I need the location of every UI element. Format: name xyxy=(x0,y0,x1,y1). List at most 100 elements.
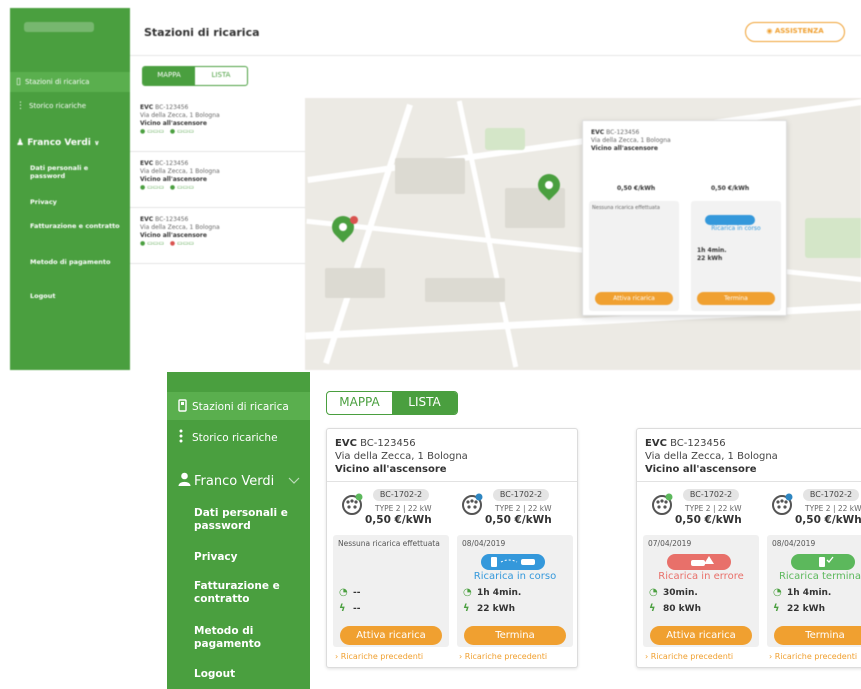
lightning-icon: ϟ xyxy=(649,603,656,614)
tab-list[interactable]: LISTA xyxy=(392,392,457,414)
chevron-down-icon: ∨ xyxy=(94,139,100,147)
map-station-popup: EVC BC-123456 Via della Zecca, 1 Bologna… xyxy=(582,120,787,316)
previous-charges-link[interactable]: › Ricariche precedenti xyxy=(645,652,733,661)
plug-type2-icon xyxy=(772,493,793,515)
lightning-icon: ϟ xyxy=(463,603,470,614)
sidebar-sub-payment-method[interactable]: Metodo di pagamento xyxy=(194,625,306,651)
charging-complete-icon xyxy=(791,554,855,570)
previous-charges-link[interactable]: › Ricariche precedenti xyxy=(335,652,423,661)
lightning-icon: ϟ xyxy=(339,603,346,614)
connector-type: TYPE 2 | 22 kW xyxy=(805,504,861,513)
top-sidebar-sub-personal[interactable]: Dati personali e password xyxy=(30,164,125,180)
duration-row: ◔ 30min. xyxy=(649,587,698,598)
history-icon xyxy=(178,429,192,446)
top-sidebar: ▯ Stazioni di ricarica ⋮ Storico ricariche… xyxy=(10,8,130,370)
station-header: EVC BC-123456 Via della Zecca, 1 Bologna… xyxy=(645,438,778,475)
charging-station-icon xyxy=(178,399,192,415)
plug-type2-icon xyxy=(342,493,363,515)
top-sidebar-item-history[interactable]: ⋮ Storico ricariche xyxy=(16,101,86,111)
station-header: EVC BC-123456 Via della Zecca, 1 Bologna… xyxy=(335,438,468,475)
support-icon: ◉ xyxy=(766,27,775,35)
charge-date: 08/04/2019 xyxy=(772,539,816,548)
charge-date: 08/04/2019 xyxy=(462,539,506,548)
assist-button[interactable]: ◉ ASSISTENZA xyxy=(745,22,845,42)
charging-error-icon xyxy=(667,554,731,570)
app-root: ▯ Stazioni di ricarica ⋮ Storico ricariche… xyxy=(0,0,861,689)
connector-type: TYPE 2 | 22 kW xyxy=(375,504,432,513)
top-sidebar-sub-logout[interactable]: Logout xyxy=(30,292,125,300)
sidebar-sub-personal-data[interactable]: Dati personali e password xyxy=(194,507,306,533)
connector-code: BC-1702-2 xyxy=(803,489,859,501)
connector-price: 0,50 €/kWh xyxy=(365,514,432,526)
history-icon: ⋮ xyxy=(16,101,25,111)
connector-info: BC-1702-2 TYPE 2 | 22 kW 0,50 €/kWh xyxy=(455,487,573,531)
top-sidebar-sub-payment[interactable]: Metodo di pagamento xyxy=(30,258,125,266)
sidebar: Stazioni di ricarica Storico ricariche F… xyxy=(167,372,310,689)
energy-row: ϟ -- xyxy=(339,603,361,614)
stop-charge-button[interactable]: Termina xyxy=(464,626,566,645)
clock-icon: ◔ xyxy=(773,587,782,598)
connector-info: BC-1702-2 TYPE 2 | 22 kW 0,50 €/kWh xyxy=(645,487,763,531)
charge-status-label: Ricarica terminata xyxy=(778,571,861,582)
connector-code: BC-1702-2 xyxy=(493,489,549,501)
view-toggle: MAPPA LISTA xyxy=(326,391,458,415)
connector-info: BC-1702-2 TYPE 2 | 22 kW 0,50 €/kWh xyxy=(335,487,453,531)
station-note: Vicino all'ascensore xyxy=(645,464,757,475)
energy-row: ϟ 22 kWh xyxy=(463,603,515,614)
connector-type: TYPE 2 | 22 kW xyxy=(495,504,552,513)
top-tab-map[interactable]: MAPPA xyxy=(143,67,195,85)
charging-in-progress-icon xyxy=(481,554,545,570)
status-message: Nessuna ricarica effettuata xyxy=(338,539,440,548)
popup-end-button[interactable]: Termina xyxy=(697,292,775,305)
stop-charge-button[interactable]: Termina xyxy=(774,626,861,645)
sidebar-item-history[interactable]: Storico ricariche xyxy=(178,429,278,446)
top-station-list: EVC BC-123456 Via della Zecca, 1 Bologna… xyxy=(130,98,305,268)
connector-price: 0,50 €/kWh xyxy=(675,514,742,526)
user-icon: ♟ xyxy=(16,138,28,148)
charge-status-box: 08/04/2019 Ricarica terminata ◔1h 4min. … xyxy=(767,535,861,647)
clock-icon: ◔ xyxy=(339,587,348,598)
top-tab-list[interactable]: LISTA xyxy=(195,67,247,85)
sidebar-sub-privacy[interactable]: Privacy xyxy=(194,551,306,564)
start-charge-button[interactable]: Attiva ricarica xyxy=(650,626,752,645)
popup-start-button[interactable]: Attiva ricarica xyxy=(595,292,673,305)
sidebar-sub-logout[interactable]: Logout xyxy=(194,668,306,681)
list-item[interactable]: EVC BC-123456 Via della Zecca, 1 Bologna… xyxy=(130,210,305,264)
connector-type: TYPE 2 | 22 kW xyxy=(685,504,742,513)
plug-type2-icon xyxy=(462,493,483,515)
user-icon xyxy=(178,472,194,490)
charge-status-label: Ricarica in errore xyxy=(658,571,744,582)
station-card: EVC BC-123456 Via della Zecca, 1 Bologna… xyxy=(636,428,861,668)
logo xyxy=(24,22,94,32)
top-view-toggle: MAPPA LISTA xyxy=(142,66,248,86)
top-header: Stazioni di ricarica ◉ ASSISTENZA xyxy=(130,8,861,56)
list-item[interactable]: EVC BC-123456 Via della Zecca, 1 Bologna… xyxy=(130,98,305,152)
charge-status-label: Ricarica in corso xyxy=(473,571,557,582)
top-sidebar-sub-billing[interactable]: Fatturazione e contratto xyxy=(30,222,125,230)
list-item[interactable]: EVC BC-123456 Via della Zecca, 1 Bologna… xyxy=(130,154,305,208)
charging-station-icon: ▯ xyxy=(16,77,21,87)
page-title: Stazioni di ricarica xyxy=(144,26,260,39)
charge-status-box: 08/04/2019 Ricarica in corso ◔ 1h 4min. ϟ… xyxy=(457,535,573,647)
top-sidebar-item-stations[interactable]: ▯ Stazioni di ricarica xyxy=(16,77,89,87)
top-sidebar-sub-privacy[interactable]: Privacy xyxy=(30,198,125,206)
connector-price: 0,50 €/kWh xyxy=(795,514,861,526)
user-menu[interactable]: Franco Verdi xyxy=(178,472,300,490)
chevron-down-icon xyxy=(288,475,300,488)
charge-status-box: 07/04/2019 Ricarica in errore ◔ 30min. ϟ8… xyxy=(643,535,759,647)
tab-map[interactable]: MAPPA xyxy=(327,392,392,414)
energy-row: ϟ 22 kWh xyxy=(773,603,825,614)
previous-charges-link[interactable]: › Ricariche precedenti xyxy=(769,652,857,661)
duration-row: ◔ 1h 4min. xyxy=(463,587,522,598)
sidebar-sub-billing[interactable]: Fatturazione e contratto xyxy=(194,580,306,606)
charge-status-box: Nessuna ricarica effettuata ◔ -- ϟ -- Atti… xyxy=(333,535,449,647)
station-note: Vicino all'ascensore xyxy=(335,464,447,475)
station-address: Via della Zecca, 1 Bologna xyxy=(645,451,778,462)
previous-charges-link[interactable]: › Ricariche precedenti xyxy=(459,652,547,661)
connector-price: 0,50 €/kWh xyxy=(485,514,552,526)
map-view-panel: ▯ Stazioni di ricarica ⋮ Storico ricariche… xyxy=(10,8,861,370)
start-charge-button[interactable]: Attiva ricarica xyxy=(340,626,442,645)
top-user-menu[interactable]: ♟ Franco Verdi ∨ xyxy=(16,138,100,148)
charge-date: 07/04/2019 xyxy=(648,539,692,548)
sidebar-item-stations[interactable]: Stazioni di ricarica xyxy=(178,399,289,415)
